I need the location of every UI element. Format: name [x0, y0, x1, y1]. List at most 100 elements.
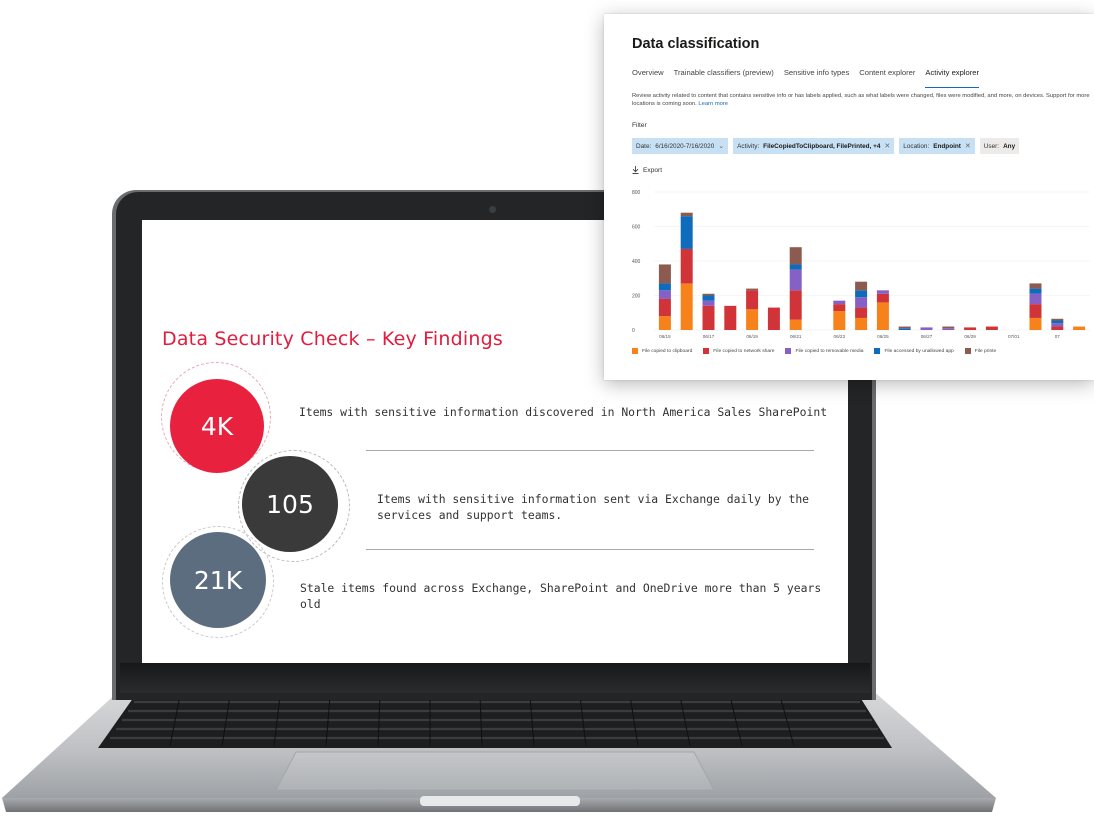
- bar-segment[interactable]: [746, 309, 759, 330]
- bar-segment[interactable]: [789, 264, 802, 270]
- finding-text-line: Items with sensitive information sent vi…: [377, 492, 810, 506]
- finding-text: Stale items found across Exchange, Share…: [300, 581, 822, 611]
- bar-segment[interactable]: [702, 295, 715, 301]
- bar-segment[interactable]: [855, 290, 868, 298]
- filter-chip-activity[interactable]: Activity: FileCopiedToClipboard, FilePri…: [733, 138, 895, 154]
- bar-segment[interactable]: [1029, 317, 1042, 330]
- bar-segment[interactable]: [789, 290, 802, 320]
- bar-segment[interactable]: [680, 212, 693, 217]
- bar-segment[interactable]: [1051, 323, 1064, 327]
- bar-segment[interactable]: [876, 293, 889, 303]
- legend-label: File printe: [974, 348, 997, 354]
- panel-description: Review activity related to content that …: [632, 92, 1094, 108]
- export-label: Export: [643, 166, 663, 174]
- filter-chip-date[interactable]: Date: 6/16/2020-7/16/2020 ⌄: [632, 138, 729, 154]
- bar-segment[interactable]: [855, 281, 868, 291]
- tab-content-explorer[interactable]: Content explorer: [859, 68, 915, 88]
- bar-segment[interactable]: [942, 326, 955, 329]
- filter-label: Filter: [632, 122, 647, 129]
- bar-segment[interactable]: [746, 288, 759, 291]
- finding-value: 21K: [193, 565, 243, 595]
- bar-segment[interactable]: [942, 328, 955, 330]
- bar-segment[interactable]: [658, 264, 671, 284]
- bar-segment[interactable]: [876, 290, 889, 294]
- filter-chip-location[interactable]: Location: Endpoint ✕: [899, 138, 975, 154]
- finding-text-line: services and support teams.: [377, 508, 563, 522]
- close-icon[interactable]: ✕: [965, 142, 971, 150]
- bar-segment[interactable]: [1073, 326, 1086, 330]
- bar-segment[interactable]: [702, 305, 715, 330]
- legend-item[interactable]: File copied to removable media: [785, 348, 863, 354]
- tab-bar: Overview Trainable classifiers (preview)…: [632, 68, 980, 88]
- learn-more-link[interactable]: Learn more: [698, 101, 728, 107]
- bar-segment[interactable]: [789, 247, 802, 265]
- bar-segment[interactable]: [1029, 283, 1042, 289]
- legend-item[interactable]: File accessed by unallowed app: [874, 348, 954, 354]
- bar-segment[interactable]: [898, 326, 911, 329]
- bar-segment[interactable]: [658, 283, 671, 291]
- y-tick-label: 600: [632, 225, 641, 231]
- bar-segment[interactable]: [855, 307, 868, 318]
- bar-segment[interactable]: [855, 297, 868, 308]
- tab-overview[interactable]: Overview: [632, 68, 664, 88]
- bar-segment[interactable]: [658, 316, 671, 330]
- legend-label: File copied to clipboard: [642, 348, 693, 354]
- bar-segment[interactable]: [1051, 320, 1064, 324]
- finding-value: 105: [266, 489, 314, 519]
- bar-segment[interactable]: [789, 319, 802, 330]
- panel-title: Data classification: [632, 36, 760, 52]
- bar-segment[interactable]: [833, 300, 846, 305]
- bar-segment[interactable]: [702, 300, 715, 306]
- legend-swatch: [964, 348, 971, 354]
- bar-segment[interactable]: [855, 317, 868, 330]
- bar-segment[interactable]: [920, 327, 933, 330]
- divider: [366, 450, 814, 451]
- finding-circle-105: 105: [242, 456, 338, 552]
- chip-label: Date:: [636, 142, 652, 150]
- bar-segment[interactable]: [833, 304, 846, 312]
- chip-value: 6/16/2020-7/16/2020: [655, 142, 715, 150]
- bar-segment[interactable]: [658, 298, 671, 317]
- bar-segment[interactable]: [680, 283, 693, 330]
- legend-item[interactable]: File printe: [964, 348, 997, 354]
- bar-segment[interactable]: [1029, 288, 1042, 294]
- export-button[interactable]: Export: [632, 166, 662, 174]
- close-icon[interactable]: ✕: [884, 142, 890, 150]
- bar-segment[interactable]: [1029, 304, 1042, 318]
- filter-chip-user[interactable]: User: Any: [979, 138, 1020, 154]
- bar-segment[interactable]: [702, 293, 715, 296]
- chip-label: Activity:: [737, 142, 760, 150]
- bar-segment[interactable]: [680, 248, 693, 284]
- legend-item[interactable]: File copied to network share: [703, 348, 774, 354]
- download-icon: [632, 166, 639, 174]
- bar-segment[interactable]: [1029, 293, 1042, 305]
- legend-item[interactable]: File copied to clipboard: [632, 348, 692, 354]
- bar-segment[interactable]: [724, 305, 737, 330]
- chevron-down-icon[interactable]: ⌄: [718, 142, 724, 150]
- bar-segment[interactable]: [964, 327, 977, 330]
- y-tick-label: 400: [632, 259, 641, 265]
- x-tick-label: 07/01: [1008, 334, 1020, 339]
- tab-sensitive-info-types[interactable]: Sensitive info types: [784, 68, 849, 88]
- data-classification-panel: Data classification Overview Trainable c…: [604, 14, 1094, 380]
- activity-chart: 800 600 400 200 0 06/15 06/17 06/19 06/21 06/23 06…: [632, 190, 1090, 339]
- x-tick-label: 06/25: [877, 334, 889, 339]
- bar-segment[interactable]: [767, 307, 780, 330]
- bar-segment[interactable]: [746, 290, 759, 310]
- bar-segment[interactable]: [833, 311, 846, 330]
- tab-activity-explorer[interactable]: Activity explorer: [925, 68, 980, 88]
- tab-trainable-classifiers[interactable]: Trainable classifiers (preview): [674, 68, 774, 88]
- x-tick-label: 06/23: [834, 334, 846, 339]
- x-tick-label: 07: [1055, 334, 1061, 339]
- bar-segment[interactable]: [898, 328, 911, 330]
- bar-segment[interactable]: [985, 326, 998, 330]
- bar-segment[interactable]: [789, 269, 802, 291]
- bar-segment[interactable]: [1051, 318, 1064, 321]
- bar-segment[interactable]: [876, 302, 889, 330]
- chip-value: FileCopiedToClipboard, FilePrinted, +4: [763, 142, 881, 150]
- bar-segment[interactable]: [658, 290, 671, 299]
- y-tick-label: 0: [632, 328, 635, 334]
- legend-label: File copied to removable media: [795, 348, 864, 354]
- bar-segment[interactable]: [680, 216, 693, 249]
- bar-segment[interactable]: [1051, 326, 1064, 330]
